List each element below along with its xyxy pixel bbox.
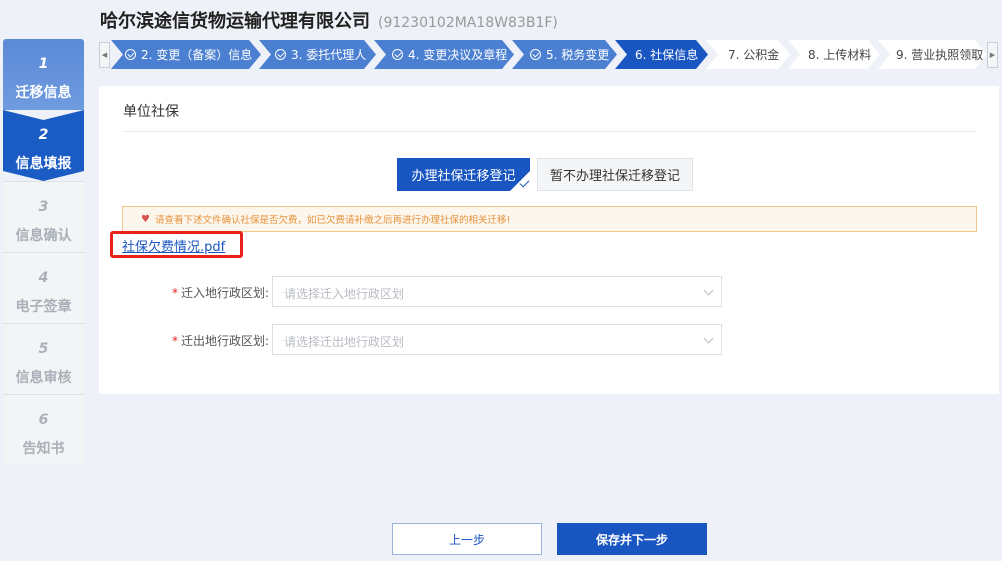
save-next-button[interactable]: 保存并下一步: [557, 523, 707, 555]
step-tab-9[interactable]: 9. 营业执照领取: [878, 40, 987, 69]
step-tab-label: 6. 社保信息: [635, 48, 699, 62]
sidebar-step-6: 6 告知书: [3, 394, 84, 465]
field-label-text: 迁出地行政区划:: [180, 334, 269, 348]
step-tab-label: 7. 公积金: [728, 48, 780, 62]
arrears-notice: ♥ 请查看下述文件确认社保是否欠费，如已欠费请补缴之后再进行办理社保的相关迁移!: [122, 206, 977, 232]
step-tab-7[interactable]: 7. 公积金: [706, 40, 790, 69]
sidebar-step-4: 4 电子签章: [3, 252, 84, 323]
select-placeholder: 请选择迁入地行政区划: [284, 287, 405, 301]
previous-step-button[interactable]: 上一步: [392, 523, 542, 555]
sidebar-step-5: 5 信息审核: [3, 323, 84, 394]
social-insurance-panel: 单位社保 办理社保迁移登记 暂不办理社保迁移登记 ♥ 请查看下述文件确认社保是否…: [99, 86, 999, 394]
sidebar-step-1[interactable]: 1 迁移信息: [3, 39, 84, 110]
sidebar-step-number: 6: [38, 412, 49, 428]
step-tab-2[interactable]: 2. 变更（备案）信息: [111, 40, 261, 69]
scroll-right-button[interactable]: ▶: [987, 42, 998, 68]
sidebar-step-2[interactable]: 2 信息填报: [3, 110, 84, 181]
sidebar-step-label: 信息确认: [15, 228, 72, 244]
step-tab-label: 5. 税务变更: [546, 48, 610, 62]
skip-transfer-label: 暂不办理社保迁移登记: [549, 169, 680, 184]
sidebar-step-label: 信息审核: [15, 370, 72, 386]
credit-code: (91230102MA18W83B1F): [378, 15, 558, 31]
move-out-region-select[interactable]: 请选择迁出地行政区划: [272, 324, 722, 355]
step-tab-label: 3. 委托代理人: [291, 48, 367, 62]
move-in-region-row: * 迁入地行政区划: 请选择迁入地行政区划: [159, 276, 859, 307]
caret-right-icon: ▶: [989, 51, 996, 59]
move-in-region-label: * 迁入地行政区划:: [159, 284, 269, 301]
check-circle-icon: [530, 49, 541, 60]
step-tab-5[interactable]: 5. 税务变更: [512, 40, 617, 69]
step-tab-label: 4. 变更决议及章程: [408, 48, 508, 62]
step-tab-6[interactable]: 6. 社保信息: [615, 40, 708, 69]
sidebar-step-number: 1: [38, 56, 49, 72]
skip-transfer-option[interactable]: 暂不办理社保迁移登记: [537, 158, 693, 191]
sidebar-step-number: 4: [38, 270, 49, 286]
heart-icon: ♥: [141, 213, 150, 225]
move-in-region-select[interactable]: 请选择迁入地行政区划: [272, 276, 722, 307]
panel-title: 单位社保: [123, 104, 179, 120]
previous-step-label: 上一步: [448, 532, 485, 547]
required-mark: *: [171, 334, 178, 348]
required-mark: *: [171, 286, 178, 300]
move-out-region-label: * 迁出地行政区划:: [159, 332, 269, 349]
step-bar: ◀ 2. 变更（备案）信息 3. 委托代理人 4. 变更决议及章程 5. 税务变…: [99, 40, 1000, 69]
check-circle-icon: [125, 49, 136, 60]
notice-text: 请查看下述文件确认社保是否欠费，如已欠费请补缴之后再进行办理社保的相关迁移!: [154, 215, 511, 226]
check-circle-icon: [275, 49, 286, 60]
arrears-pdf-link[interactable]: 社保欠费情况.pdf: [122, 236, 225, 255]
move-out-region-row: * 迁出地行政区划: 请选择迁出地行政区划: [159, 324, 859, 355]
chevron-down-icon: [703, 333, 714, 344]
handle-transfer-option[interactable]: 办理社保迁移登记: [397, 158, 530, 191]
sidebar-step-label: 电子签章: [15, 299, 72, 315]
sidebar-step-label: 信息填报: [15, 156, 72, 172]
handle-transfer-label: 办理社保迁移登记: [411, 169, 516, 184]
step-sidebar: 1 迁移信息 2 信息填报 3 信息确认 4 电子签章 5 信息审核 6 告知书: [3, 39, 84, 465]
sidebar-step-label: 告知书: [22, 441, 65, 457]
field-label-text: 迁入地行政区划:: [180, 286, 269, 300]
chevron-down-icon: [703, 285, 714, 296]
caret-left-icon: ◀: [101, 51, 108, 59]
step-tab-label: 8. 上传材料: [808, 48, 872, 62]
sidebar-step-3: 3 信息确认: [3, 181, 84, 252]
company-name: 哈尔滨途信货物运输代理有限公司 (91230102MA18W83B1F): [100, 7, 558, 33]
sidebar-step-number: 3: [38, 199, 49, 215]
save-next-label: 保存并下一步: [595, 532, 668, 547]
sidebar-step-number: 2: [38, 127, 49, 143]
sidebar-step-number: 5: [38, 341, 49, 357]
step-tab-3[interactable]: 3. 委托代理人: [259, 40, 376, 69]
step-tab-8[interactable]: 8. 上传材料: [788, 40, 880, 69]
check-circle-icon: [392, 49, 403, 60]
step-tab-label: 9. 营业执照领取: [896, 48, 984, 62]
company-name-text: 哈尔滨途信货物运输代理有限公司: [100, 11, 370, 32]
scroll-left-button[interactable]: ◀: [99, 42, 110, 68]
step-tab-label: 2. 变更（备案）信息: [141, 48, 253, 62]
sidebar-step-label: 迁移信息: [15, 85, 72, 101]
page-header: 哈尔滨途信货物运输代理有限公司 (91230102MA18W83B1F): [0, 0, 1002, 38]
select-placeholder: 请选择迁出地行政区划: [284, 335, 405, 349]
step-tab-4[interactable]: 4. 变更决议及章程: [374, 40, 514, 69]
divider: [123, 131, 976, 132]
